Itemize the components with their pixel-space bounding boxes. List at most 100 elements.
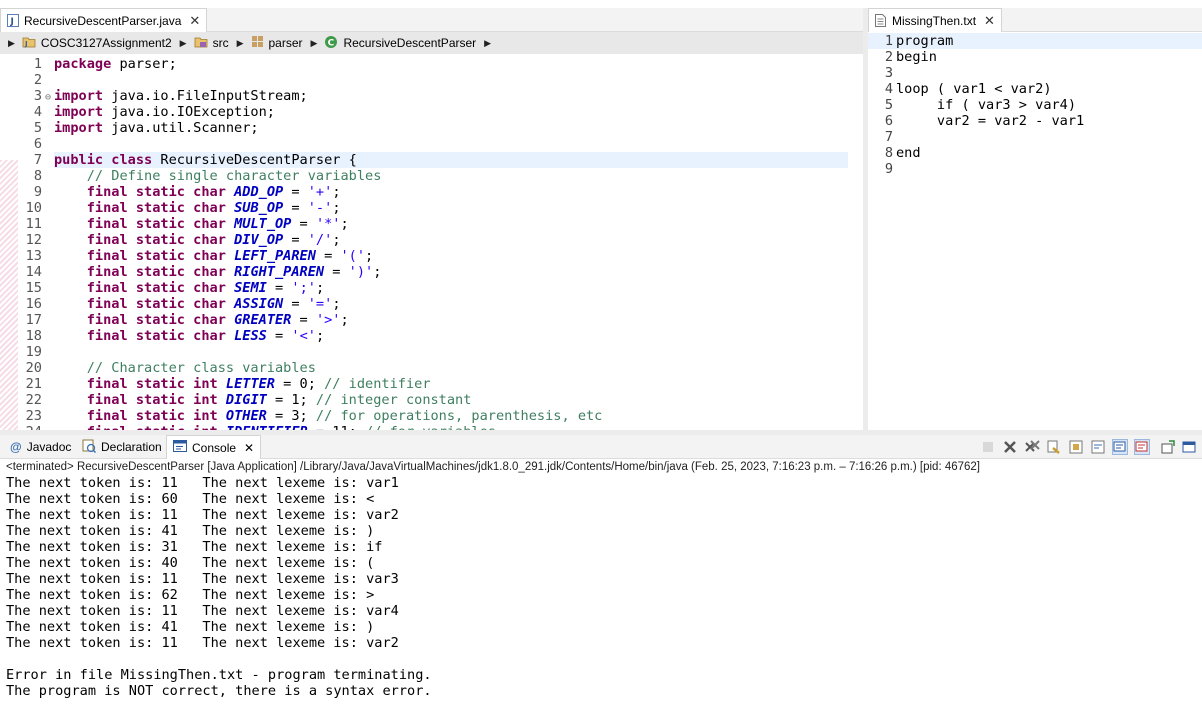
editor-tabbar: J RecursiveDescentParser.java ✕ [0, 8, 863, 32]
console-line: The next token is: 41 The next lexeme is… [6, 523, 375, 539]
console-line: The next token is: 11 The next lexeme is… [6, 475, 399, 491]
word-wrap-icon[interactable] [1090, 439, 1106, 455]
char-literal: '<' [291, 328, 316, 344]
code-area[interactable]: 1 package parser; 2 3 ⊖ import java.io.File… [0, 54, 863, 430]
text-line: 8 end [868, 145, 1202, 161]
console-toolbar [974, 438, 1198, 456]
char-literal: '*' [315, 216, 341, 232]
text-line: 1 program [868, 33, 1202, 49]
code-line: 8 // Define single character variables [33, 168, 382, 184]
line-text: end [896, 145, 921, 161]
line-number: 2 [884, 49, 893, 65]
keyword: final static char [86, 296, 226, 312]
tab-missing-then[interactable]: MissingThen.txt ✕ [868, 8, 1002, 32]
code-line: 6 [33, 136, 42, 152]
console-line: Error in file MissingThen.txt - program … [6, 667, 432, 683]
chevron-right-icon[interactable]: ▶ [237, 38, 244, 49]
field-name: OTHER [225, 408, 267, 424]
keyword: final static char [86, 328, 226, 344]
line-number: 8 [884, 145, 893, 161]
line-text: begin [896, 49, 937, 65]
code-line: 21 final static int LETTER = 0; // ident… [0, 376, 863, 392]
breadcrumb-src[interactable]: src [194, 35, 229, 51]
text-file-icon [875, 14, 887, 27]
remove-all-terminated-icon[interactable] [1024, 439, 1040, 455]
line-number: 22 [25, 392, 42, 408]
console-line: The next token is: 40 The next lexeme is… [6, 555, 375, 571]
console-line: The next token is: 11 The next lexeme is… [6, 571, 399, 587]
line-number: 13 [25, 248, 42, 264]
text-area[interactable]: 1 program 2 begin 3 4 loop ( var1 < var2) 5 if … [868, 32, 1202, 177]
char-literal: ')' [348, 264, 374, 280]
line-number: 11 [25, 216, 42, 232]
scroll-lock-icon[interactable] [1068, 439, 1084, 455]
code-line: 17 final static char GREATER = '>'; [0, 312, 863, 328]
console-panel: @ Javadoc Declaration Console ✕ <termina… [0, 435, 1202, 710]
show-on-error-icon[interactable] [1134, 439, 1150, 455]
char-literal: '(' [340, 248, 366, 264]
line-number: 14 [25, 264, 42, 280]
open-console-icon[interactable] [1182, 439, 1198, 455]
field-name: LEFT_PAREN [234, 248, 316, 264]
line-number: 17 [25, 312, 42, 328]
code-line: 18 final static char LESS = '<'; [0, 328, 863, 344]
breadcrumb-class[interactable]: C RecursiveDescentParser [324, 35, 476, 52]
field-name: LESS [234, 328, 267, 344]
chevron-right-icon[interactable]: ▶ [484, 38, 491, 49]
svg-text:J: J [10, 17, 14, 27]
close-icon[interactable]: ✕ [189, 13, 200, 29]
console-line: The next token is: 11 The next lexeme is… [6, 603, 399, 619]
tab-declaration[interactable]: Declaration [76, 435, 168, 459]
line-number: 23 [25, 408, 42, 424]
text-line: 9 [868, 161, 1202, 177]
line-number: 3 [884, 65, 893, 81]
remove-launch-icon[interactable] [1002, 439, 1018, 455]
line-number: 7 [884, 129, 893, 145]
console-line: The next token is: 11 The next lexeme is… [6, 635, 399, 651]
keyword: final static char [86, 184, 226, 200]
pin-console-icon[interactable] [1160, 439, 1176, 455]
project-icon: J [22, 35, 36, 51]
line-number: 1 [884, 33, 893, 49]
console-output[interactable]: The next token is: 11 The next lexeme is… [0, 475, 1202, 699]
tab-recursive-descent-parser[interactable]: J RecursiveDescentParser.java ✕ [0, 8, 208, 32]
chevron-right-icon[interactable]: ▶ [311, 38, 318, 49]
code-line: 23 final static int OTHER = 3; // for op… [0, 408, 863, 424]
chevron-right-icon[interactable]: ▶ [180, 38, 187, 49]
field-name: SUB_OP [234, 200, 284, 216]
keyword: final static char [86, 280, 226, 296]
close-icon[interactable]: ✕ [984, 13, 995, 29]
tab-label: RecursiveDescentParser.java [24, 13, 182, 28]
clear-console-icon[interactable] [1046, 439, 1062, 455]
char-literal: '-' [307, 200, 333, 216]
java-file-icon: J [7, 14, 19, 27]
text-line: 7 [868, 129, 1202, 145]
code-line: 1 package parser; [33, 56, 177, 72]
breadcrumb-package[interactable]: parser [251, 35, 303, 51]
char-literal: ';' [291, 280, 316, 296]
keyword: final static char [86, 312, 226, 328]
text-line: 4 loop ( var1 < var2) [868, 81, 1202, 97]
console-line: The next token is: 60 The next lexeme is… [6, 491, 375, 507]
code-line: 22 final static int DIGIT = 1; // intege… [0, 392, 863, 408]
text-line: 3 [868, 65, 1202, 81]
line-text: program [896, 33, 954, 49]
close-icon[interactable]: ✕ [244, 441, 254, 455]
code-line: 2 [33, 72, 42, 88]
svg-text:J: J [24, 40, 28, 48]
show-on-output-icon[interactable] [1112, 439, 1128, 455]
tab-label: MissingThen.txt [892, 13, 977, 28]
chevron-right-icon[interactable]: ▶ [8, 38, 15, 49]
code-line: 12 final static char DIV_OP = '/'; [0, 232, 863, 248]
terminate-icon[interactable] [980, 439, 996, 455]
field-name: DIV_OP [234, 232, 284, 248]
tab-console[interactable]: Console ✕ [166, 435, 262, 459]
code-line: 11 final static char MULT_OP = '*'; [0, 216, 863, 232]
comment: // identifier [324, 376, 431, 392]
breadcrumb-project[interactable]: J COSC3127Assignment2 [22, 35, 172, 51]
tab-javadoc[interactable]: @ Javadoc [4, 435, 77, 459]
char-literal: '=' [307, 296, 333, 312]
code-line: 10 final static char SUB_OP = '-'; [0, 200, 863, 216]
editor-tabbar: MissingThen.txt ✕ [868, 8, 1202, 32]
source-folder-icon [194, 35, 208, 51]
